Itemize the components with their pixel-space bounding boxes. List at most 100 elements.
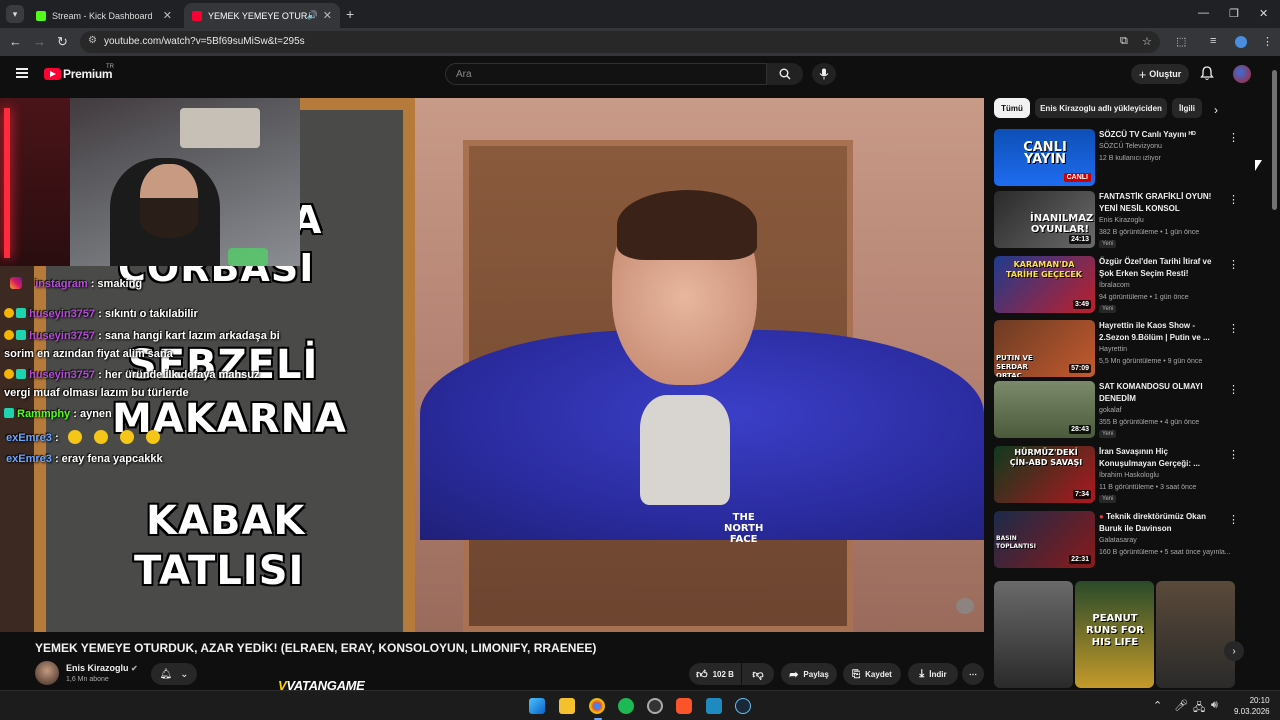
short-thumbnail[interactable]: PEANUT RUNS FOR HIS LIFE	[1075, 581, 1154, 688]
more-options-icon[interactable]: ⋮	[1228, 193, 1239, 206]
chip-from-uploader[interactable]: Enis Kirazoglu adlı yükleyiciden	[1035, 98, 1167, 118]
forward-icon[interactable]: →	[33, 34, 46, 49]
recommendation-channel[interactable]: SÖZCÜ Televizyonu	[1099, 143, 1162, 150]
more-actions-button[interactable]: ⋯	[962, 663, 984, 685]
reload-icon[interactable]: ↻	[57, 34, 68, 50]
recommendation-title[interactable]: Hayrettin ile Kaos Show - 2.Sezon 9.Bölü…	[1099, 320, 1224, 344]
cast-icon[interactable]: ⧉	[1120, 35, 1128, 48]
browser-menu-icon[interactable]: ⋮	[1262, 35, 1273, 48]
chrome-icon[interactable]	[589, 698, 605, 714]
recommendation-channel[interactable]: Galatasaray	[1099, 537, 1137, 544]
extensions-icon[interactable]: ⬚	[1176, 35, 1186, 48]
search-button[interactable]	[767, 63, 803, 85]
shorts-next-button[interactable]: ›	[1224, 641, 1244, 661]
recommendation-item[interactable]: HÜRMÜZ'DEKİ ÇİN-ABD SAVAŞI 7:34 İran Sav…	[994, 446, 1239, 504]
recommendation-item[interactable]: CANLI YAYIN CANLI SÖZCÜ TV Canlı Yayını …	[994, 129, 1239, 187]
channel-avatar[interactable]	[35, 661, 59, 685]
more-options-icon[interactable]: ⋮	[1228, 258, 1239, 271]
recommendation-channel[interactable]: Enis Kirazoglu	[1099, 217, 1144, 224]
logo-text[interactable]: Premium	[63, 67, 113, 81]
account-avatar[interactable]	[1233, 65, 1251, 83]
new-badge: Yeni	[1099, 305, 1117, 313]
tray-overflow-icon[interactable]: ⌃	[1153, 699, 1162, 712]
recommendation-channel[interactable]: gokalaf	[1099, 407, 1122, 414]
recommendation-title[interactable]: Özgür Özel'den Tarihi İtiraf ve Şok Erke…	[1099, 256, 1224, 280]
voice-search-button[interactable]	[812, 63, 836, 85]
recommendation-channel[interactable]: Hayrettin	[1099, 346, 1127, 353]
chips-next-icon[interactable]: ›	[1214, 103, 1218, 117]
like-button[interactable]: 👍︎ 102 B	[689, 663, 741, 685]
omnibox[interactable]: ⚙ youtube.com/watch?v=5Bf69suMiSw&t=295s	[80, 31, 1160, 53]
download-button[interactable]: ⤓ İndir	[908, 663, 958, 685]
system-clock[interactable]: 20:10 9.03.2026	[1234, 695, 1270, 717]
steam-icon[interactable]	[735, 698, 751, 714]
recommendation-title[interactable]: ● Teknik direktörümüz Okan Buruk ile Dav…	[1099, 511, 1224, 535]
volume-icon[interactable]: 🔊︎	[1211, 699, 1218, 712]
recommendation-channel[interactable]: İbrahim Haskologlu	[1099, 472, 1159, 479]
close-tab-icon[interactable]: ✕	[323, 9, 332, 22]
recommendation-title[interactable]: SÖZCÜ TV Canlı Yayını ᴴᴰ	[1099, 129, 1224, 141]
network-icon[interactable]: 🖧︎	[1193, 699, 1205, 718]
notifications-bell-icon[interactable]	[1200, 66, 1214, 81]
file-explorer-icon[interactable]	[559, 698, 575, 714]
video-thumbnail[interactable]: CANLI YAYIN CANLI	[994, 129, 1095, 186]
video-thumbnail[interactable]: PUTIN VE SERDAR ORTAÇ 57:09	[994, 320, 1095, 377]
chip-related[interactable]: İlgili	[1172, 98, 1202, 118]
site-info-icon[interactable]: ⚙	[88, 35, 97, 46]
chip-all[interactable]: Tümü	[994, 98, 1030, 118]
start-menu-icon[interactable]	[529, 698, 545, 714]
short-thumbnail[interactable]	[994, 581, 1073, 688]
recommendation-title[interactable]: İran Savaşının Hiç Konuşulmayan Gerçeği:…	[1099, 446, 1224, 470]
tab-search-icon[interactable]: ▾	[6, 5, 24, 23]
restore-icon[interactable]: ❐	[1229, 7, 1239, 20]
spotify-icon[interactable]	[618, 698, 634, 714]
more-options-icon[interactable]: ⋮	[1228, 322, 1239, 335]
bookmark-star-icon[interactable]: ☆	[1142, 35, 1152, 48]
short-thumbnail[interactable]	[1156, 581, 1235, 688]
url-text[interactable]: youtube.com/watch?v=5Bf69suMiSw&t=295s	[104, 36, 305, 47]
dislike-button[interactable]: 👎︎	[742, 663, 774, 685]
new-tab-button[interactable]: +	[346, 6, 354, 22]
more-options-icon[interactable]: ⋮	[1228, 131, 1239, 144]
back-icon[interactable]: ←	[9, 34, 22, 49]
audio-playing-icon[interactable]: 🔊	[307, 10, 318, 21]
recommendation-item[interactable]: BASIN TOPLANTISI 22:31 ● Teknik direktör…	[994, 511, 1239, 569]
video-thumbnail[interactable]: BASIN TOPLANTISI 22:31	[994, 511, 1095, 568]
recommendation-item[interactable]: PUTIN VE SERDAR ORTAÇ 57:09 Hayrettin il…	[994, 320, 1239, 378]
recommendation-item[interactable]: KARAMAN'DA TARİHE GEÇECEK 3:49 Özgür Öze…	[994, 256, 1239, 314]
recommendation-item[interactable]: İNANILMAZ OYUNLAR! 24:13 FANTASTİK GRAFİ…	[994, 191, 1239, 249]
tab-youtube-video[interactable]: YEMEK YEMEYE OTURDUK, 🔊 ✕	[184, 3, 340, 28]
more-options-icon[interactable]: ⋮	[1228, 383, 1239, 396]
subscription-notifications-button[interactable]: 🔔︎ ⌄	[151, 663, 197, 685]
minimize-icon[interactable]: —	[1198, 7, 1209, 19]
more-options-icon[interactable]: ⋮	[1228, 448, 1239, 461]
video-thumbnail[interactable]: KARAMAN'DA TARİHE GEÇECEK 3:49	[994, 256, 1095, 313]
recommendation-channel[interactable]: İbralacom	[1099, 282, 1130, 289]
video-thumbnail[interactable]: HÜRMÜZ'DEKİ ÇİN-ABD SAVAŞI 7:34	[994, 446, 1095, 503]
recommendation-title[interactable]: FANTASTİK GRAFİKLİ OYUN! YENİ NESİL KONS…	[1099, 191, 1224, 215]
close-window-icon[interactable]: ✕	[1259, 7, 1268, 20]
create-button[interactable]: + Oluştur	[1131, 64, 1189, 84]
microphone-tray-icon[interactable]: 🎤︎	[1174, 699, 1188, 712]
guide-menu-icon[interactable]	[16, 68, 28, 78]
tab-kick-dashboard[interactable]: Stream - Kick Dashboard ✕	[28, 3, 180, 28]
search-input[interactable]: Ara	[445, 63, 767, 85]
obs-icon[interactable]	[647, 698, 663, 714]
video-thumbnail[interactable]: İNANILMAZ OYUNLAR! 24:13	[994, 191, 1095, 248]
recommendation-item[interactable]: 28:43 SAT KOMANDOSU OLMAYI DENEDİM gokal…	[994, 381, 1239, 439]
app-icon[interactable]	[706, 698, 722, 714]
channel-name[interactable]: Enis Kirazoglu ✔	[66, 663, 138, 673]
video-thumbnail[interactable]: 28:43	[994, 381, 1095, 438]
chat-message: Rammphy : aynen	[4, 408, 112, 420]
close-tab-icon[interactable]: ✕	[163, 9, 172, 22]
channel-watermark-icon[interactable]	[956, 598, 974, 614]
brave-icon[interactable]	[676, 698, 692, 714]
page-scrollbar[interactable]	[1272, 70, 1277, 210]
profile-avatar[interactable]	[1235, 36, 1247, 48]
reading-list-icon[interactable]: ≡	[1210, 35, 1216, 47]
youtube-logo-icon[interactable]	[44, 68, 61, 80]
more-options-icon[interactable]: ⋮	[1228, 513, 1239, 526]
save-button[interactable]: ⎘ Kaydet	[843, 663, 901, 685]
recommendation-title[interactable]: SAT KOMANDOSU OLMAYI DENEDİM	[1099, 381, 1224, 405]
share-button[interactable]: ➦ Paylaş	[781, 663, 837, 685]
